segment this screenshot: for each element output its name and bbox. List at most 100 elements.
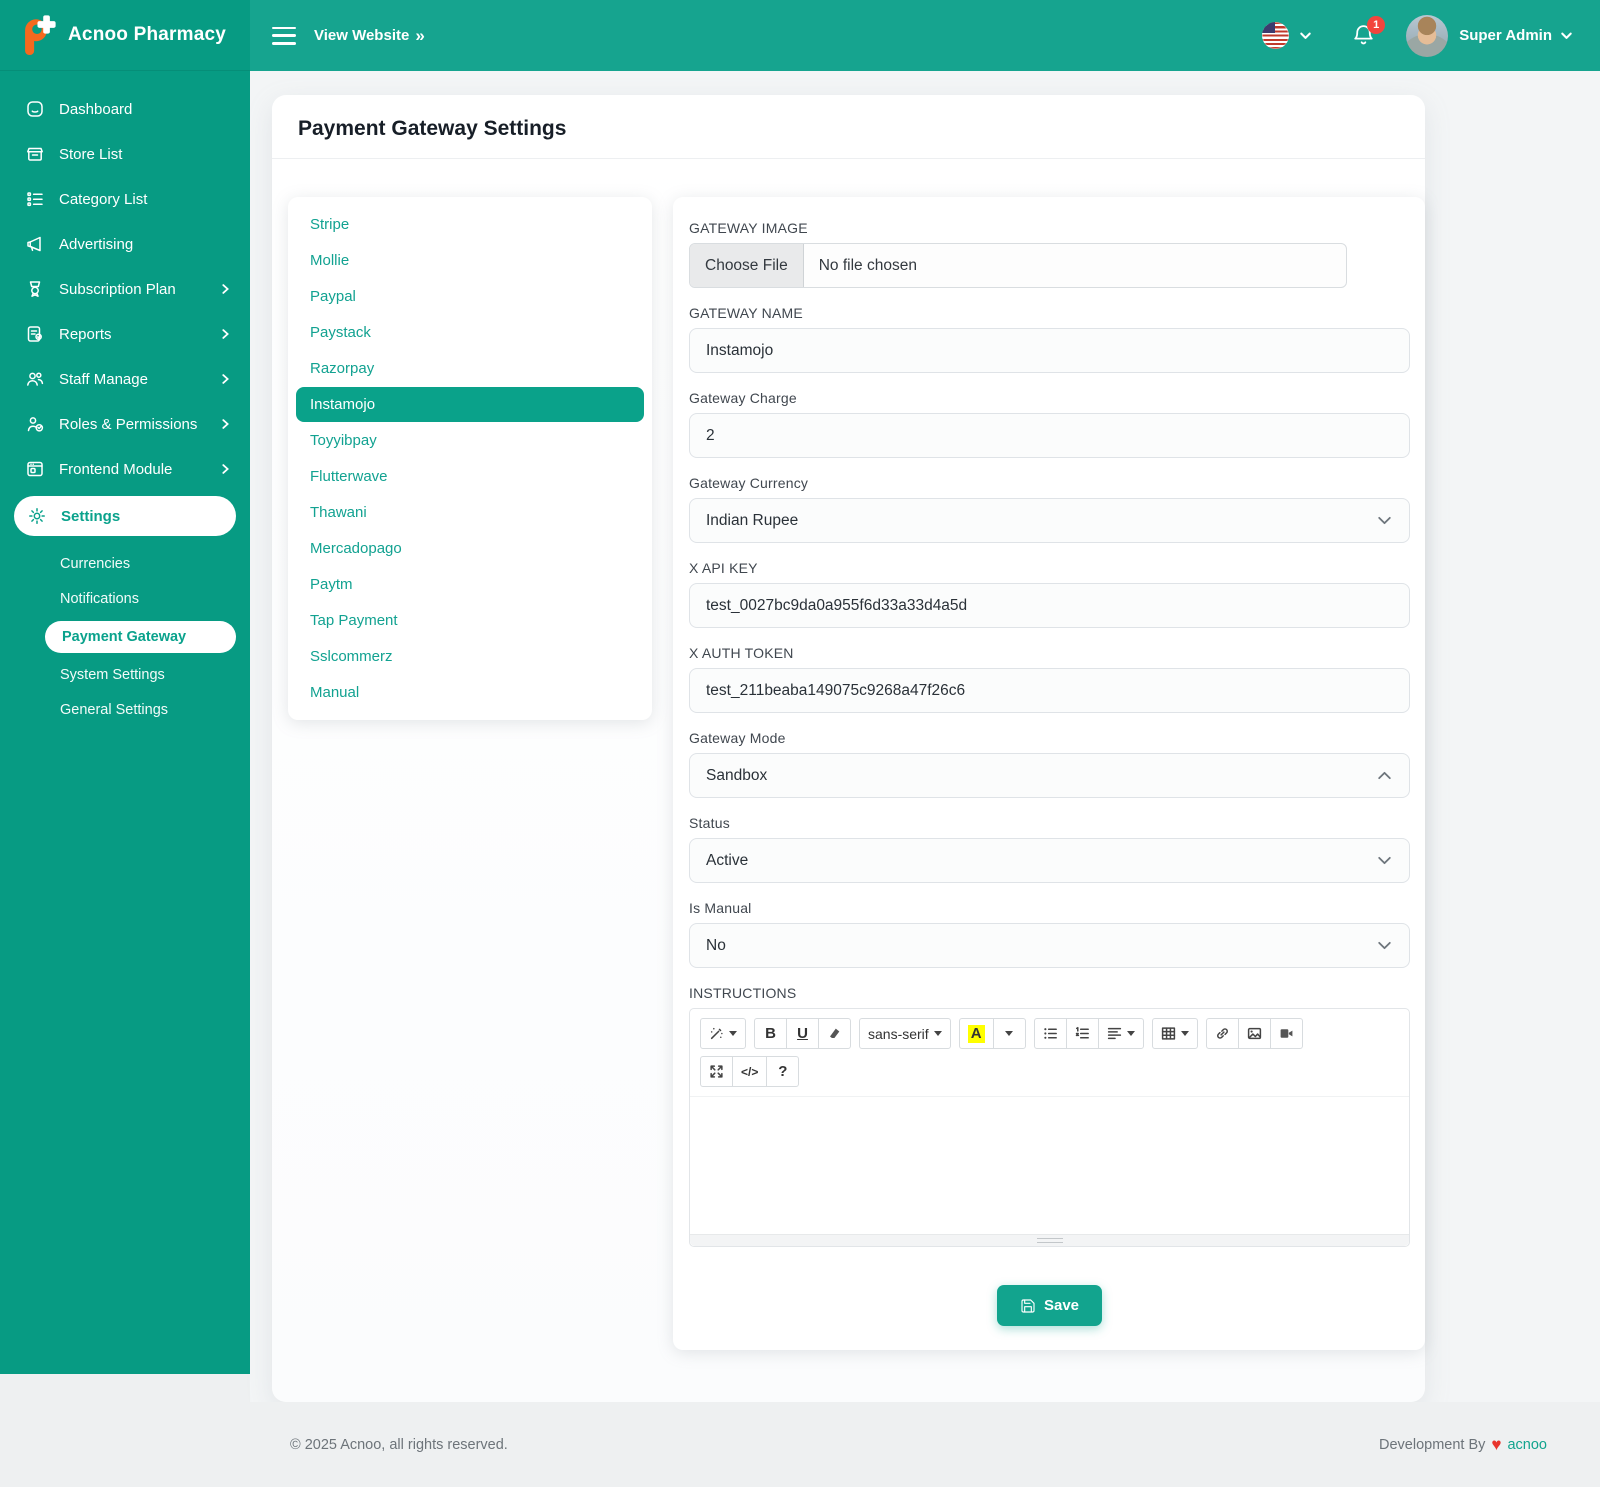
sidebar-item-staff-manage[interactable]: Staff Manage: [0, 358, 250, 400]
submenu-item-general-settings[interactable]: General Settings: [0, 693, 250, 727]
choose-file-button[interactable]: Choose File: [690, 244, 804, 287]
instructions-editor: B Usans-serif A </>?: [689, 1008, 1410, 1247]
pharmacy-plus-icon: [16, 13, 58, 57]
view-website-link[interactable]: View Website »: [314, 26, 425, 46]
footer-brand-link[interactable]: acnoo: [1507, 1437, 1547, 1453]
chevron-down-icon: [1376, 852, 1393, 869]
gateway-item-sslcommerz[interactable]: Sslcommerz: [288, 639, 652, 674]
gateway-item-paytm[interactable]: Paytm: [288, 567, 652, 602]
gateway-item-manual[interactable]: Manual: [288, 675, 652, 710]
copyright-text: © 2025 Acnoo, all rights reserved.: [290, 1436, 508, 1453]
gateway-currency-select[interactable]: Indian Rupee: [689, 498, 1410, 543]
staff-icon: [25, 369, 45, 389]
caret-down-icon: [1126, 1031, 1135, 1036]
gateway-mode-select[interactable]: Sandbox: [689, 753, 1410, 798]
settings-icon: [27, 506, 47, 526]
sidebar-item-frontend-module[interactable]: Frontend Module: [0, 448, 250, 490]
submenu-item-notifications[interactable]: Notifications: [0, 582, 250, 616]
editor-resize-handle[interactable]: [690, 1234, 1409, 1246]
gateway-item-tap-payment[interactable]: Tap Payment: [288, 603, 652, 638]
chevron-right-icon: [218, 417, 232, 431]
notifications-button[interactable]: 1: [1351, 16, 1386, 48]
submenu-item-payment-gateway[interactable]: Payment Gateway: [45, 621, 236, 653]
status-select[interactable]: Active: [689, 838, 1410, 883]
store-icon: [25, 144, 45, 164]
sidebar-item-advertising[interactable]: Advertising: [0, 223, 250, 265]
gateway-item-paystack[interactable]: Paystack: [288, 315, 652, 350]
chevron-right-icon: [218, 372, 232, 386]
gateway-item-paypal[interactable]: Paypal: [288, 279, 652, 314]
avatar[interactable]: [1406, 14, 1449, 57]
gateway-mode-label: Gateway Mode: [689, 730, 786, 746]
chevron-up-icon: [1376, 767, 1393, 784]
x-auth-token-input[interactable]: [689, 668, 1410, 713]
color-button[interactable]: A: [958, 1018, 994, 1049]
submenu-item-currencies[interactable]: Currencies: [0, 547, 250, 581]
bold-button[interactable]: B: [754, 1018, 787, 1049]
codeview-button[interactable]: </>: [732, 1056, 768, 1087]
gateway-charge-label: Gateway Charge: [689, 390, 797, 406]
gateway-charge-input[interactable]: [689, 413, 1410, 458]
x-api-key-input[interactable]: [689, 583, 1410, 628]
gateway-item-stripe[interactable]: Stripe: [288, 207, 652, 242]
us-flag-icon[interactable]: [1262, 22, 1290, 49]
gateway-name-input[interactable]: [689, 328, 1410, 373]
gateway-image-label: GATEWAY IMAGE: [689, 220, 808, 236]
unordered-list-button[interactable]: [1033, 1018, 1067, 1049]
sidebar-item-reports[interactable]: Reports: [0, 313, 250, 355]
editor-toolbar: B Usans-serif A </>?: [690, 1009, 1409, 1097]
sidebar-item-settings[interactable]: Settings: [14, 496, 236, 536]
sidebar-item-category-list[interactable]: Category List: [0, 178, 250, 220]
user-name[interactable]: Super Admin: [1459, 27, 1552, 44]
font-family-button[interactable]: sans-serif: [859, 1018, 951, 1049]
ordered-list-button[interactable]: [1065, 1018, 1099, 1049]
fullscreen-button[interactable]: [700, 1056, 733, 1087]
notification-badge: 1: [1367, 16, 1386, 34]
style-dropdown-button[interactable]: [700, 1018, 746, 1049]
picture-button[interactable]: [1237, 1018, 1271, 1049]
color-caret-button[interactable]: [992, 1018, 1026, 1049]
save-icon: [1021, 1298, 1035, 1313]
frontend-icon: [25, 459, 45, 479]
gateway-image-input[interactable]: Choose File No file chosen: [689, 243, 1347, 288]
sidebar-item-dashboard[interactable]: Dashboard: [0, 88, 250, 130]
view-website-label: View Website: [314, 27, 410, 44]
status-label: Status: [689, 815, 730, 831]
table-button[interactable]: [1151, 1018, 1198, 1049]
gateway-item-instamojo[interactable]: Instamojo: [296, 387, 644, 422]
underline-button[interactable]: U: [786, 1018, 819, 1049]
gateway-item-mollie[interactable]: Mollie: [288, 243, 652, 278]
chevron-right-icon: [218, 327, 232, 341]
paragraph-button[interactable]: [1097, 1018, 1144, 1049]
page-title: Payment Gateway Settings: [272, 95, 1425, 159]
reports-icon: [25, 324, 45, 344]
development-by-text: Development By: [1379, 1436, 1486, 1453]
sidebar-item-store-list[interactable]: Store List: [0, 133, 250, 175]
video-button[interactable]: [1269, 1018, 1303, 1049]
gateway-item-toyyibpay[interactable]: Toyyibpay: [288, 423, 652, 458]
submenu-item-system-settings[interactable]: System Settings: [0, 658, 250, 692]
help-button[interactable]: ?: [766, 1056, 800, 1087]
gateway-item-mercadopago[interactable]: Mercadopago: [288, 531, 652, 566]
gateway-item-flutterwave[interactable]: Flutterwave: [288, 459, 652, 494]
caret-down-icon: [933, 1031, 942, 1036]
dashboard-icon: [25, 99, 45, 119]
footer: © 2025 Acnoo, all rights reserved. Devel…: [250, 1402, 1600, 1487]
gateway-currency-label: Gateway Currency: [689, 475, 809, 491]
brand-logo[interactable]: Acnoo Pharmacy: [0, 0, 250, 71]
hamburger-icon[interactable]: [272, 26, 296, 45]
gateway-item-thawani[interactable]: Thawani: [288, 495, 652, 530]
gateway-list: Stripe Mollie Paypal Paystack Razorpay Instam…: [288, 197, 652, 720]
eraser-button[interactable]: [818, 1018, 851, 1049]
sidebar-item-subscription-plan[interactable]: Subscription Plan: [0, 268, 250, 310]
save-button[interactable]: Save: [996, 1285, 1103, 1326]
instructions-editor-area[interactable]: [690, 1097, 1409, 1234]
language-chevron-down-icon[interactable]: [1298, 28, 1313, 43]
is-manual-select[interactable]: No: [689, 923, 1410, 968]
chevron-down-icon: [1376, 512, 1393, 529]
user-chevron-down-icon[interactable]: [1559, 28, 1574, 43]
chevron-right-icon: [218, 282, 232, 296]
gateway-item-razorpay[interactable]: Razorpay: [288, 351, 652, 386]
sidebar-item-roles-permissions[interactable]: Roles & Permissions: [0, 403, 250, 445]
link-button[interactable]: [1205, 1018, 1239, 1049]
